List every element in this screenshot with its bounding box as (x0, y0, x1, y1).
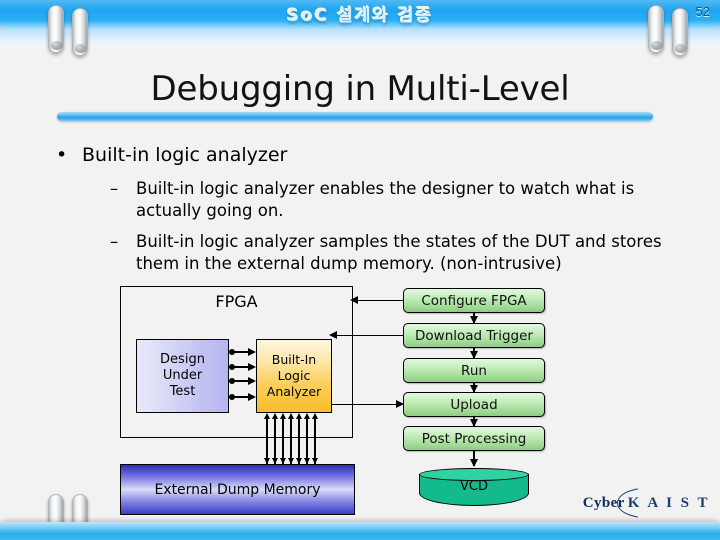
dut-line-3: Test (169, 384, 196, 400)
bila-line-1: Built-In (271, 352, 317, 368)
flow-step-upload[interactable]: Upload (403, 392, 545, 417)
architecture-diagram: FPGA Design Under Test Built-In Logic An… (0, 0, 720, 540)
built-in-logic-analyzer-label: Built-In Logic Analyzer (267, 352, 321, 399)
bottom-banner (0, 522, 720, 540)
download-trigger-connector (334, 334, 403, 337)
flow-step-post-processing[interactable]: Post Processing (403, 426, 545, 451)
cyber-kaist-logo: Cyber K A I S T (583, 488, 710, 518)
signal-arrowhead (248, 347, 256, 356)
dut-line-2: Under (162, 367, 203, 383)
built-in-logic-analyzer-box: Built-In Logic Analyzer (256, 339, 332, 413)
signal-line (232, 366, 249, 368)
slide-canvas: SoC 설계와 검증 52 Debugging in Multi-Level •… (0, 0, 720, 540)
vcd-cylinder: VCD (419, 468, 529, 506)
external-dump-memory-box: External Dump Memory (120, 464, 355, 515)
signal-line (232, 380, 249, 382)
post-processing-to-vcd-arrowhead (469, 459, 478, 467)
design-under-test-label: Design Under Test (160, 352, 205, 400)
dump-bus-arrow-up (311, 413, 318, 419)
dump-bus-arrow-up (263, 413, 270, 419)
dump-bus-arrow-up (287, 413, 294, 419)
signal-arrowhead (248, 362, 256, 371)
bila-line-3: Analyzer (266, 383, 322, 399)
signal-arrowhead (248, 376, 256, 385)
signal-arrowhead (248, 392, 256, 401)
dut-line-1: Design (160, 351, 205, 367)
flow-step-configure-fpga[interactable]: Configure FPGA (403, 288, 545, 313)
dump-bus-arrow-up (271, 413, 278, 419)
signal-line (232, 351, 249, 353)
dump-bus-arrow-up (303, 413, 310, 419)
external-dump-memory-label: External Dump Memory (154, 481, 321, 498)
vcd-label: VCD (460, 479, 488, 494)
bila-line-2: Logic (277, 368, 311, 384)
logo-kaist-text: K A I S T (627, 495, 710, 511)
flow-step-run[interactable]: Run (403, 358, 545, 383)
signal-line (232, 396, 249, 398)
flow-step-download-trigger[interactable]: Download Trigger (403, 323, 545, 348)
dump-bus-arrow-up (295, 413, 302, 419)
fpga-label: FPGA (215, 292, 258, 311)
design-under-test-box: Design Under Test (136, 339, 229, 413)
download-trigger-arrowhead (329, 331, 337, 339)
upload-connector (332, 403, 403, 406)
configure-fpga-connector (355, 299, 403, 302)
dump-bus-arrow-up (279, 413, 286, 419)
configure-fpga-arrowhead (350, 296, 358, 304)
